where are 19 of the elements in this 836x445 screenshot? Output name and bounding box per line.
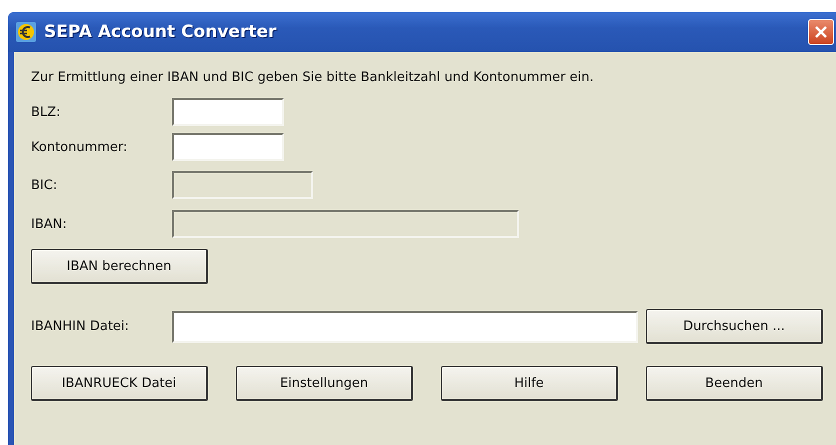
field-label: Kontonummer: xyxy=(31,140,128,154)
input-field[interactable] xyxy=(172,98,284,126)
file-path-field[interactable] xyxy=(172,310,638,342)
dialog-button[interactable]: Einstellungen xyxy=(236,366,413,401)
dialog-button[interactable]: Hilfe xyxy=(441,366,618,401)
field-label: IBAN: xyxy=(31,216,68,232)
field-label: IBANHIN Datei: xyxy=(31,319,130,334)
browse-button[interactable]: Durchsuchen ... xyxy=(646,309,823,344)
window-title: SEPA Account Converter xyxy=(44,22,276,42)
calculate-button[interactable]: IBAN berechnen xyxy=(31,249,208,284)
field-label: BLZ: xyxy=(31,104,62,120)
input-field[interactable] xyxy=(172,133,284,161)
close-icon xyxy=(813,24,829,40)
dialog-button[interactable]: IBANRUECK Datei xyxy=(31,366,208,401)
instruction-text: Zur Ermittlung einer IBAN und BIC geben Sie bitte Bankleitzahl und Kontonummer ein. xyxy=(31,70,595,85)
field-label: BIC: xyxy=(31,178,58,192)
euro-icon xyxy=(16,22,36,42)
dialog-button[interactable]: Beenden xyxy=(646,366,823,401)
close-button[interactable] xyxy=(808,19,834,45)
